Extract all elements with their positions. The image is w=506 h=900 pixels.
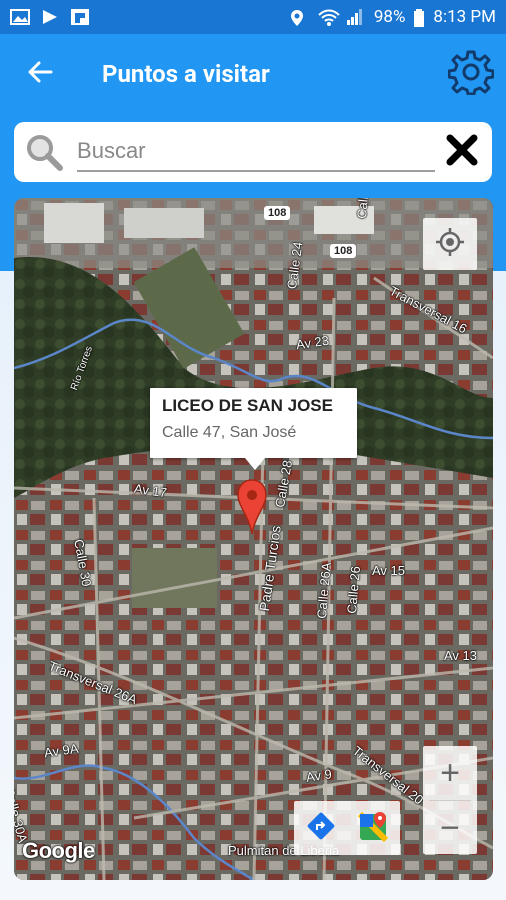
settings-button[interactable]: [436, 34, 506, 114]
search-input[interactable]: [77, 132, 435, 172]
search-bar: [14, 122, 492, 182]
zoom-in-button[interactable]: +: [423, 746, 477, 800]
place-title: LICEO DE SAN JOSE: [162, 396, 333, 415]
back-button[interactable]: [0, 34, 80, 114]
battery-icon: [413, 9, 425, 27]
search-icon[interactable]: [22, 130, 65, 174]
route-shield: 108: [264, 206, 291, 220]
wifi-icon: [318, 9, 340, 26]
map-view[interactable]: 108 108 Calle 22 Calle 24 Transversal 16…: [14, 198, 493, 880]
clock: 8:13 PM: [433, 7, 496, 27]
page-title: Puntos a visitar: [102, 60, 270, 88]
zoom-controls: + −: [423, 746, 477, 854]
gallery-icon: [10, 9, 30, 25]
open-in-google-maps-button[interactable]: [354, 808, 394, 848]
my-location-icon: [435, 227, 465, 261]
map-toolbar: [294, 801, 400, 855]
location-icon: [290, 9, 310, 26]
street-label: Av 15: [372, 563, 406, 578]
route-shield: 108: [330, 244, 357, 258]
directions-button[interactable]: [301, 808, 341, 848]
arrow-back-icon: [26, 58, 54, 90]
zoom-out-button[interactable]: −: [423, 801, 477, 855]
close-icon: [445, 133, 479, 171]
directions-icon: [306, 811, 336, 845]
google-logo: Google: [22, 838, 95, 863]
battery-text: 98%: [373, 7, 406, 27]
app-bar: Puntos a visitar: [0, 34, 506, 114]
marker-info-window[interactable]: LICEO DE SAN JOSE Calle 47, San José: [150, 388, 357, 470]
my-location-button[interactable]: [423, 218, 477, 270]
play-icon: [40, 9, 60, 25]
flipboard-icon: [70, 9, 90, 25]
map-marker-pin[interactable]: [236, 478, 268, 536]
place-address: Calle 47, San José: [162, 424, 297, 441]
status-bar: 98% 8:13 PM: [0, 0, 506, 34]
street-label: Av 13: [444, 648, 478, 663]
signal-icon: [346, 9, 366, 25]
clear-search-button[interactable]: [441, 130, 484, 174]
google-maps-icon: [357, 810, 390, 846]
gear-icon: [447, 49, 495, 99]
